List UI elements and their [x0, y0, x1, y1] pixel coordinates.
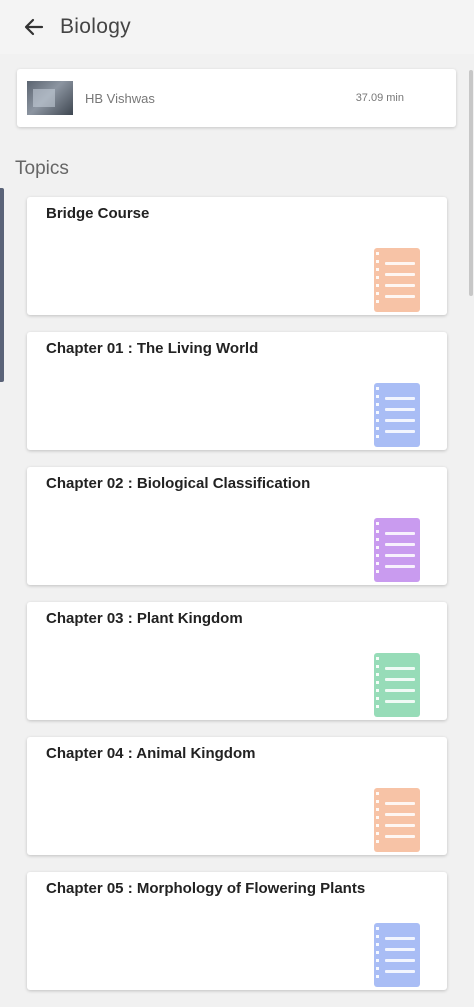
notebook-icon: [374, 518, 420, 582]
author-card[interactable]: HB Vishwas 37.09 min: [17, 69, 456, 127]
topic-card[interactable]: Chapter 01 : The Living World: [27, 332, 447, 450]
notebook-icon: [374, 248, 420, 312]
notebook-icon: [374, 923, 420, 987]
author-thumbnail: [27, 81, 73, 115]
duration-label: 37.09 min: [355, 92, 404, 104]
notebook-icon: [374, 653, 420, 717]
notebook-icon: [374, 788, 420, 852]
topic-card[interactable]: Chapter 03 : Plant Kingdom: [27, 602, 447, 720]
topic-title: Chapter 05 : Morphology of Flowering Pla…: [46, 880, 366, 897]
page-title: Biology: [60, 15, 131, 38]
topic-title: Bridge Course: [46, 205, 150, 222]
topics-list: Bridge Course Chapter 01 : The Living Wo…: [27, 197, 447, 1007]
scrollbar-thumb[interactable]: [469, 70, 473, 296]
arrow-left-icon: [24, 18, 44, 36]
topic-title: Chapter 03 : Plant Kingdom: [46, 610, 243, 627]
topics-heading: Topics: [15, 158, 69, 179]
topic-title: Chapter 01 : The Living World: [46, 340, 259, 357]
topic-card[interactable]: Chapter 02 : Biological Classification: [27, 467, 447, 585]
drawer-edge-indicator[interactable]: [0, 188, 4, 382]
topic-card[interactable]: Chapter 05 : Morphology of Flowering Pla…: [27, 872, 447, 990]
topic-card[interactable]: Chapter 04 : Animal Kingdom: [27, 737, 447, 855]
back-button[interactable]: [14, 7, 54, 47]
topic-title: Chapter 02 : Biological Classification: [46, 475, 311, 492]
topic-title: Chapter 04 : Animal Kingdom: [46, 745, 256, 762]
app-bar: Biology: [0, 0, 474, 54]
topic-card[interactable]: Bridge Course: [27, 197, 447, 315]
author-name: HB Vishwas: [85, 90, 155, 106]
notebook-icon: [374, 383, 420, 447]
